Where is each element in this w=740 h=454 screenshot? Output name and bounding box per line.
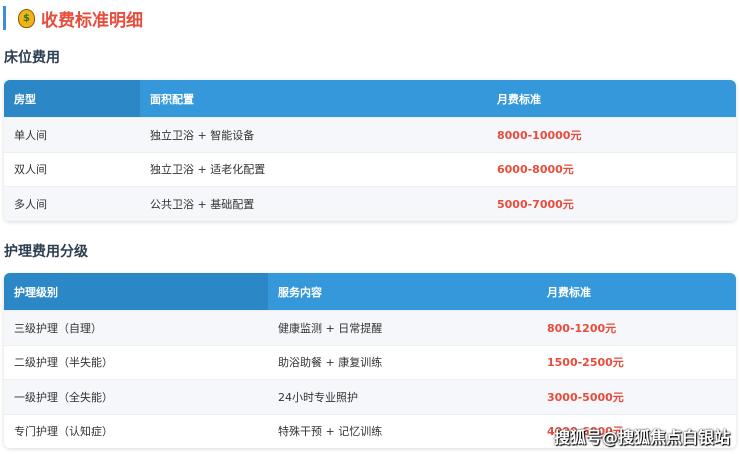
table-header: 护理级别 服务内容 月费标准 [4,273,736,310]
watermark: 搜狐号@搜狐焦点白银站 [553,428,730,447]
table-cell: 双人间 [14,163,47,177]
money-bag-icon: $ [18,8,35,28]
table-cell: 多人间 [14,197,47,211]
price-cell: 800-1200元 [547,321,617,335]
table-cell: 助浴助餐 + 康复训练 [278,356,383,370]
price-cell: 3000-5000元 [547,390,624,404]
table-cell: 独立卫浴 + 适老化配置 [150,163,266,177]
section-title-text: 收费标准明细 [41,10,143,31]
header-cell: 面积配置 [150,92,194,106]
table-cell: 二级护理（半失能） [14,356,113,370]
care-fee-heading: 护理费用分级 [4,244,88,260]
bed-fee-heading: 床位费用 [4,50,60,66]
table-cell: 一级护理（全失能） [14,390,113,404]
price-cell: 8000-10000元 [497,128,582,142]
header-cell: 服务内容 [278,285,322,299]
section-title: $ 收费标准明细 [3,6,143,31]
table-row: 二级护理（半失能） 助浴助餐 + 康复训练 1500-2500元 [4,344,736,379]
header-cell: 房型 [4,80,140,117]
bed-fee-table: 房型 面积配置 月费标准 单人间 独立卫浴 + 智能设备 8000-10000元双人… [4,80,736,221]
table-cell: 公共卫浴 + 基础配置 [150,197,255,211]
header-cell: 月费标准 [547,285,591,299]
price-cell: 1500-2500元 [547,356,624,370]
table-row: 三级护理（自理） 健康监测 + 日常提醒 800-1200元 [4,310,736,345]
table-cell: 单人间 [14,128,47,142]
table-row: 单人间 独立卫浴 + 智能设备 8000-10000元 [4,117,736,152]
table-cell: 24小时专业照护 [278,390,358,404]
care-fee-table: 护理级别 服务内容 月费标准 三级护理（自理） 健康监测 + 日常提醒 800-12… [4,273,736,448]
table-cell: 独立卫浴 + 智能设备 [150,128,255,142]
table-header: 房型 面积配置 月费标准 [4,80,736,117]
table-cell: 特殊干预 + 记忆训练 [278,425,383,439]
header-cell: 月费标准 [497,92,541,106]
table-cell: 三级护理（自理） [14,321,102,335]
table-row: 双人间 独立卫浴 + 适老化配置 6000-8000元 [4,151,736,186]
table-row: 多人间 公共卫浴 + 基础配置 5000-7000元 [4,186,736,221]
header-cell: 护理级别 [4,273,268,310]
table-cell: 健康监测 + 日常提醒 [278,321,383,335]
table-row: 一级护理（全失能） 24小时专业照护 3000-5000元 [4,379,736,414]
price-cell: 5000-7000元 [497,197,574,211]
price-cell: 6000-8000元 [497,163,574,177]
table-cell: 专门护理（认知症） [14,425,113,439]
